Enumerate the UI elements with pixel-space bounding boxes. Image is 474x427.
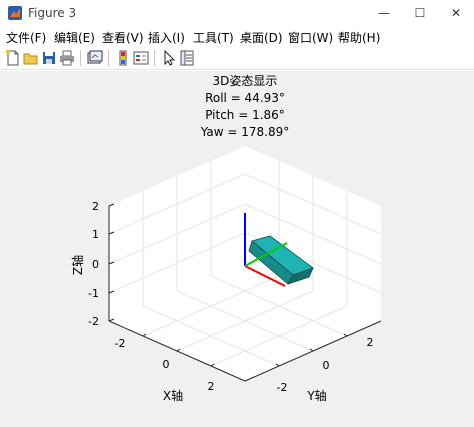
menu-edit[interactable]: 编辑(E) <box>54 29 95 46</box>
new-figure-icon[interactable] <box>4 49 22 67</box>
menu-insert[interactable]: 插入(I) <box>148 29 185 46</box>
toolbar <box>0 46 474 70</box>
menu-file[interactable]: 文件(F) <box>6 29 46 46</box>
maximize-button[interactable]: ☐ <box>402 0 438 26</box>
plot-title-line-3: Pitch = 1.86° <box>205 108 285 122</box>
toolbar-separator <box>154 50 155 66</box>
save-icon[interactable] <box>40 49 58 67</box>
pointer-icon[interactable] <box>160 49 178 67</box>
title-bar: Figure 3 — ☐ ✕ <box>0 0 474 26</box>
x-tick-label: -2 <box>115 337 126 350</box>
property-inspector-icon[interactable] <box>178 49 196 67</box>
z-tick-label: 1 <box>92 228 99 241</box>
plot-title-line-1: 3D姿态显示 <box>213 74 278 88</box>
z-tick-label: 2 <box>92 200 99 213</box>
menu-window[interactable]: 窗口(W) <box>288 29 333 46</box>
toolbar-separator <box>80 50 81 66</box>
close-icon: ✕ <box>450 6 462 20</box>
maximize-icon: ☐ <box>414 6 426 20</box>
x-tick-label: 0 <box>163 358 170 371</box>
y-tick-label: 2 <box>367 336 374 349</box>
open-file-icon[interactable] <box>22 49 40 67</box>
colorbar-icon[interactable] <box>114 49 132 67</box>
plot-title-line-4: Yaw = 178.89° <box>200 125 290 139</box>
menu-tools[interactable]: 工具(T) <box>193 29 234 46</box>
y-tick-label: -2 <box>277 381 288 394</box>
x-tick-label: 2 <box>208 380 215 393</box>
minimize-icon: — <box>378 6 390 20</box>
y-tick-label: 0 <box>323 359 330 372</box>
plot-title-line-2: Roll = 44.93° <box>205 91 285 105</box>
toolbar-separator <box>108 50 109 66</box>
z-tick-label: 0 <box>92 258 99 271</box>
z-tick-label: -1 <box>88 287 99 300</box>
x-axis-label: X轴 <box>163 388 183 403</box>
figure-canvas[interactable]: 3D姿态显示 Roll = 44.93° Pitch = 1.86° Yaw =… <box>0 71 474 427</box>
menu-help[interactable]: 帮助(H) <box>338 29 380 46</box>
window-title: Figure 3 <box>28 6 77 20</box>
menu-view[interactable]: 查看(V) <box>102 29 144 46</box>
y-axis-label: Y轴 <box>306 388 326 403</box>
print-icon[interactable] <box>58 49 76 67</box>
matlab-app-icon <box>8 6 22 20</box>
link-plot-icon[interactable] <box>86 49 104 67</box>
close-button[interactable]: ✕ <box>438 0 474 26</box>
menu-bar: 文件(F) 编辑(E) 查看(V) 插入(I) 工具(T) 桌面(D) 窗口(W… <box>0 26 474 46</box>
legend-icon[interactable] <box>132 49 150 67</box>
minimize-button[interactable]: — <box>366 0 402 26</box>
z-tick-label: -2 <box>88 315 99 328</box>
menu-desktop[interactable]: 桌面(D) <box>240 29 283 46</box>
z-axis-label: Z轴 <box>70 255 85 275</box>
axes-3d[interactable]: 3D姿态显示 Roll = 44.93° Pitch = 1.86° Yaw =… <box>0 71 474 427</box>
